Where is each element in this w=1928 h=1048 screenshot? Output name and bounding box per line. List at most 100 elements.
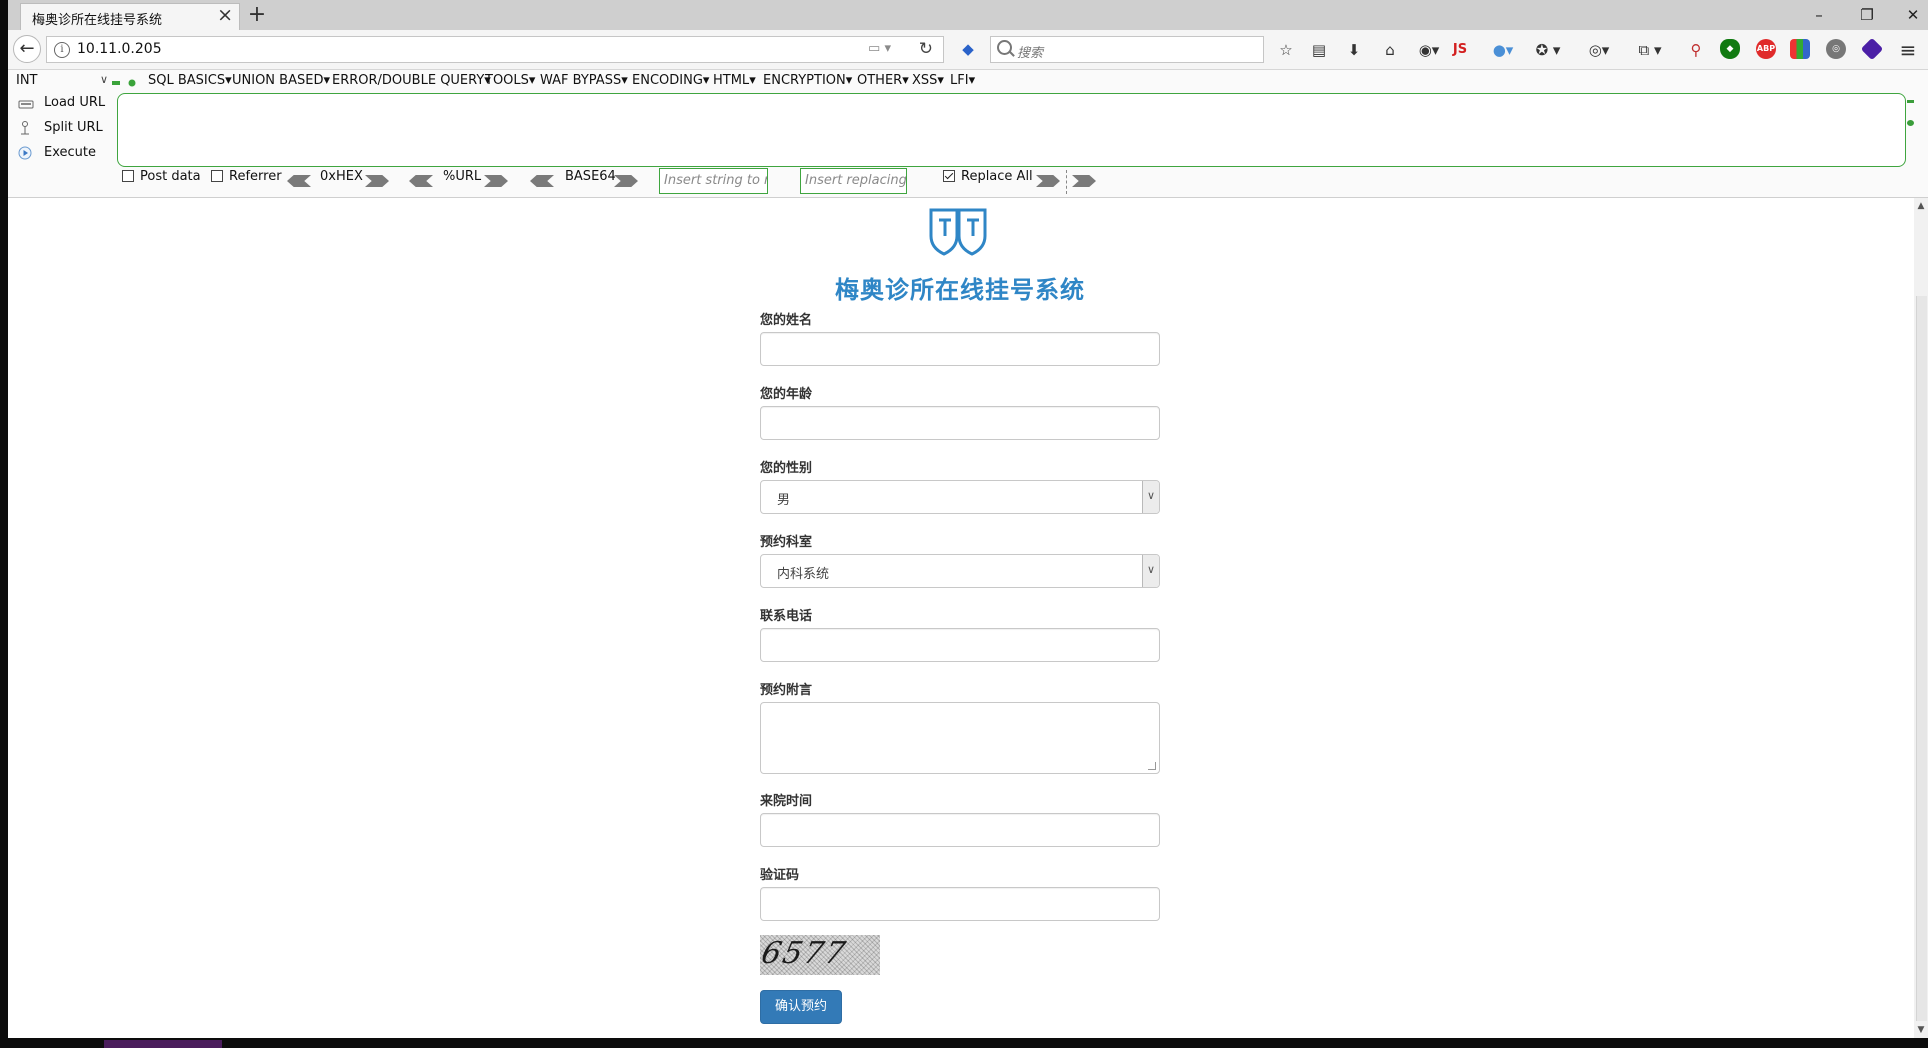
replace-all-checkbox[interactable] xyxy=(943,170,955,182)
hex-encode-arrow-icon[interactable] xyxy=(365,175,389,187)
zoom-icon[interactable]: ⚲ xyxy=(1684,38,1708,62)
visit-time-input[interactable] xyxy=(760,813,1160,847)
phone-label: 联系电话 xyxy=(760,609,813,624)
hackbar: INT ∨ SQL BASICS▾ UNION BASED▾ ERROR/DOU… xyxy=(8,70,1928,198)
execute-button[interactable]: Execute xyxy=(18,145,96,160)
search-input[interactable]: 搜索 xyxy=(990,36,1264,63)
captcha-code: 6577 xyxy=(760,936,851,971)
captcha-input[interactable] xyxy=(760,887,1160,921)
department-select[interactable]: 内科系统 ∨ xyxy=(760,554,1160,588)
info-icon[interactable]: i xyxy=(54,42,70,58)
captcha-image[interactable]: 6577 xyxy=(760,935,880,975)
new-tab-icon[interactable]: + xyxy=(244,2,270,28)
close-window-icon[interactable]: ✕ xyxy=(1898,3,1928,27)
gender-select[interactable]: 男 ∨ xyxy=(760,480,1160,514)
name-label: 您的姓名 xyxy=(760,313,813,328)
menu-html[interactable]: HTML▾ xyxy=(713,73,756,88)
network-menu-icon[interactable]: ◎▾ xyxy=(1582,38,1616,62)
referrer-checkbox[interactable] xyxy=(211,170,223,182)
globe-extension-icon[interactable]: ◎ xyxy=(1826,39,1846,59)
palette-menu-icon[interactable]: ✪ ▾ xyxy=(1528,38,1568,62)
diamond-extension-icon[interactable] xyxy=(1860,37,1884,61)
home-icon[interactable]: ⌂ xyxy=(1378,38,1402,62)
back-arrow-icon[interactable]: ← xyxy=(13,35,41,63)
hackbar-scroll-up-icon[interactable] xyxy=(1907,100,1914,103)
name-input[interactable] xyxy=(760,332,1160,366)
hackbar-type-select[interactable]: INT ∨ xyxy=(16,73,110,93)
split-url-button[interactable]: Split URL xyxy=(18,120,103,135)
minimize-icon[interactable]: – xyxy=(1804,3,1834,27)
menu-encoding[interactable]: ENCODING▾ xyxy=(632,73,709,88)
page-scrollbar[interactable]: ▲ ▼ xyxy=(1914,198,1928,1038)
url-encode-arrow-icon[interactable] xyxy=(484,175,508,187)
replace-to-input[interactable]: Insert replacing string xyxy=(800,168,907,194)
replace-from-input[interactable]: Insert string to replace xyxy=(659,168,768,194)
color-extension-icon[interactable]: ●▾ xyxy=(1486,38,1520,62)
url-bar[interactable]: i 10.11.0.205 ▭ ▾ ↻ xyxy=(46,36,944,63)
base64-label: BASE64 xyxy=(565,169,616,184)
javascript-toggle-icon[interactable]: JS xyxy=(1448,38,1472,62)
menu-tools[interactable]: TOOLS▾ xyxy=(485,73,535,88)
menu-waf-bypass[interactable]: WAF BYPASS▾ xyxy=(540,73,628,88)
clinic-logo-icon xyxy=(929,208,987,256)
chevron-down-icon[interactable]: ∨ xyxy=(1142,555,1159,587)
menu-union-based[interactable]: UNION BASED▾ xyxy=(232,73,330,88)
note-textarea[interactable] xyxy=(760,702,1160,774)
base64-decode-arrow-icon[interactable] xyxy=(530,175,554,187)
tab-active[interactable]: 梅奥诊所在线挂号系统 × xyxy=(20,3,240,30)
web-page: 梅奥诊所在线挂号系统 您的姓名 您的年龄 您的性别 男 ∨ 预约科室 内科系统 … xyxy=(8,198,1914,1038)
scrollbar-thumb[interactable] xyxy=(1916,296,1927,1021)
gender-value: 男 xyxy=(777,493,791,508)
hackbar-toggle-icons[interactable] xyxy=(112,79,140,87)
url-decode-arrow-icon[interactable] xyxy=(409,175,433,187)
chevron-down-icon[interactable]: ∨ xyxy=(1142,481,1159,513)
adblock-icon[interactable]: ABP xyxy=(1756,39,1776,59)
search-placeholder: 搜索 xyxy=(1017,46,1044,61)
phone-input[interactable] xyxy=(760,628,1160,662)
scroll-down-icon[interactable]: ▼ xyxy=(1915,1024,1927,1036)
scroll-up-icon[interactable]: ▲ xyxy=(1915,200,1927,212)
menu-other[interactable]: OTHER▾ xyxy=(857,73,909,88)
browser-window: 梅奥诊所在线挂号系统 × + – ❐ ✕ ← i 10.11.0.205 ▭ ▾… xyxy=(8,0,1928,1038)
reload-icon[interactable]: ↻ xyxy=(919,39,933,59)
navigation-bar: ← i 10.11.0.205 ▭ ▾ ↻ ◆ 搜索 ☆ ▤ ⬇ ⌂ ◉▾ JS… xyxy=(8,30,1928,70)
replace-apply-arrow-icon[interactable] xyxy=(1036,175,1060,187)
globe-menu-icon[interactable]: ◉▾ xyxy=(1412,38,1446,62)
hackbar-url-textarea[interactable] xyxy=(117,93,1906,167)
search-icon xyxy=(997,40,1012,55)
reading-list-icon[interactable]: ▤ xyxy=(1307,38,1331,62)
restore-icon[interactable]: ❐ xyxy=(1852,3,1882,27)
age-input[interactable] xyxy=(760,406,1160,440)
post-data-option[interactable]: Post data xyxy=(122,169,201,184)
hamburger-menu-icon[interactable]: ≡ xyxy=(1896,38,1920,62)
load-url-button[interactable]: Load URL xyxy=(18,95,105,110)
base64-encode-arrow-icon[interactable] xyxy=(614,175,638,187)
referrer-option[interactable]: Referrer xyxy=(211,169,282,184)
bookmark-star-icon[interactable]: ☆ xyxy=(1274,38,1298,62)
replace-next-arrow-icon[interactable] xyxy=(1072,175,1096,187)
menu-error-double-query[interactable]: ERROR/DOUBLE QUERY▾ xyxy=(332,73,491,88)
hackbar-scroll-down-icon[interactable] xyxy=(1907,120,1914,126)
resize-grip-icon[interactable] xyxy=(1148,762,1156,770)
download-icon[interactable]: ⬇ xyxy=(1342,38,1366,62)
url-text[interactable]: 10.11.0.205 xyxy=(77,41,162,57)
note-label: 预约附言 xyxy=(760,683,813,698)
menu-lfi[interactable]: LFI▾ xyxy=(950,73,975,88)
reader-dropdown-icon[interactable]: ▭ ▾ xyxy=(868,41,891,56)
menu-sql-basics[interactable]: SQL BASICS▾ xyxy=(148,73,232,88)
shield-icon[interactable]: ◆ xyxy=(1720,39,1740,59)
hex-decode-arrow-icon[interactable] xyxy=(287,175,311,187)
replace-all-option[interactable]: Replace All xyxy=(943,169,1033,184)
menu-encryption[interactable]: ENCRYPTION▾ xyxy=(763,73,852,88)
visit-time-label: 来院时间 xyxy=(760,794,813,809)
colorful-extension-icon[interactable] xyxy=(1790,39,1810,59)
pocket-icon[interactable]: ◆ xyxy=(956,37,980,61)
post-data-checkbox[interactable] xyxy=(122,170,134,182)
confirm-appointment-button[interactable]: 确认预约 xyxy=(760,990,842,1024)
screenshot-menu-icon[interactable]: ⧉ ▾ xyxy=(1628,38,1672,62)
tab-close-icon[interactable]: × xyxy=(217,6,233,25)
menu-xss[interactable]: XSS▾ xyxy=(912,73,944,88)
taskbar-item[interactable] xyxy=(104,1040,222,1048)
url-encode-label: %URL xyxy=(443,169,482,184)
hex-label: 0xHEX xyxy=(320,169,363,184)
